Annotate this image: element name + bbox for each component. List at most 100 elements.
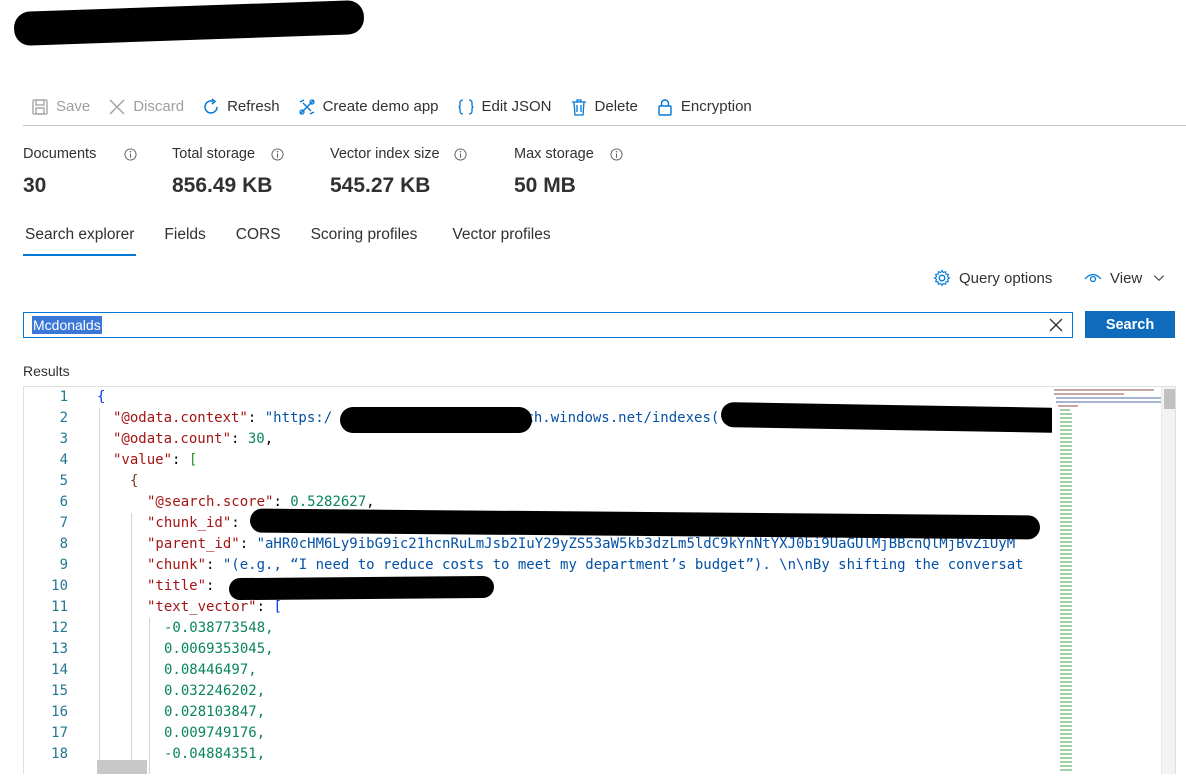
results-label: Results — [23, 363, 70, 379]
json-key: "@odata.context" — [113, 410, 248, 426]
info-icon[interactable] — [454, 147, 467, 161]
refresh-label: Refresh — [227, 98, 280, 115]
tab-scoring-profiles[interactable]: Scoring profiles — [309, 222, 420, 256]
stat-vector-index-size: Vector index size 545.27 KB — [330, 146, 467, 198]
stat-label: Total storage — [172, 146, 256, 162]
stat-documents: Documents 30 — [23, 146, 137, 198]
line-number: 6 — [59, 494, 68, 510]
tab-bar: Search explorer Fields CORS Scoring prof… — [23, 222, 579, 256]
vertical-scrollbar[interactable] — [1161, 387, 1175, 774]
demo-app-icon — [298, 98, 315, 115]
json-string: "aHR0cHM6Ly9ibG9ic21hcnRuLmJsb2IuY29yZS5… — [256, 536, 1016, 552]
json-string: "(e.g., “I need to reduce costs to meet … — [222, 557, 1024, 573]
json-number: 0.032246202, — [164, 683, 266, 699]
info-icon[interactable] — [271, 147, 284, 161]
stat-label: Max storage — [514, 146, 594, 162]
vertical-scrollbar-thumb[interactable] — [1164, 389, 1175, 409]
redacted-title-value — [228, 575, 495, 601]
view-dropdown[interactable]: View — [1084, 269, 1166, 287]
json-brace: { — [97, 389, 106, 405]
json-bracket: [ — [188, 452, 198, 468]
line-number: 15 — [51, 683, 68, 699]
search-box: Mcdonalds — [23, 312, 1073, 338]
line-number: 5 — [59, 473, 68, 489]
info-icon[interactable] — [124, 147, 137, 161]
json-key: "chunk" — [147, 557, 207, 573]
line-number: 10 — [51, 578, 68, 594]
braces-icon — [457, 98, 474, 115]
json-key: "value" — [113, 452, 173, 468]
lock-icon — [658, 98, 672, 116]
horizontal-scrollbar-thumb[interactable] — [97, 760, 147, 774]
line-number: 18 — [51, 746, 68, 762]
trash-icon — [571, 98, 586, 116]
line-number: 2 — [59, 410, 68, 426]
tab-fields[interactable]: Fields — [162, 222, 207, 256]
json-key: "@search.score" — [147, 494, 274, 510]
json-brace: { — [130, 473, 139, 489]
eye-icon — [1084, 273, 1102, 283]
json-string: "https:/ — [264, 410, 333, 426]
line-number: 4 — [59, 452, 68, 468]
delete-button[interactable]: Delete — [570, 92, 638, 122]
line-number: 3 — [59, 431, 68, 447]
refresh-button[interactable]: Refresh — [202, 92, 280, 122]
line-number: 16 — [51, 704, 68, 720]
stat-value: 545.27 KB — [330, 174, 431, 197]
stat-max-storage: Max storage 50 MB — [514, 146, 623, 198]
line-number: 17 — [51, 725, 68, 741]
create-demo-app-button[interactable]: Create demo app — [298, 92, 439, 122]
create-demo-app-label: Create demo app — [322, 98, 439, 115]
stat-value: 50 MB — [514, 174, 576, 197]
stat-value: 30 — [23, 174, 47, 197]
save-button[interactable]: Save — [31, 92, 90, 122]
stat-total-storage: Total storage 856.49 KB — [172, 146, 284, 198]
tab-vector-profiles[interactable]: Vector profiles — [450, 222, 552, 256]
save-label: Save — [56, 98, 91, 115]
line-number: 13 — [51, 641, 68, 657]
gear-icon — [933, 269, 951, 287]
json-key: "text_vector" — [147, 599, 257, 615]
refresh-icon — [204, 97, 218, 114]
line-number: 12 — [51, 620, 68, 636]
line-number: 14 — [51, 662, 68, 678]
query-options-label: Query options — [959, 269, 1053, 287]
search-input[interactable]: Mcdonalds — [32, 316, 102, 334]
results-json-editor[interactable]: 1{ 2 "@odata.context": "https:/earch.wind… — [23, 386, 1176, 774]
json-key: "title" — [147, 578, 207, 594]
redacted-title — [13, 0, 365, 47]
json-number: 0.08446497, — [164, 662, 257, 678]
chevron-down-icon — [1154, 275, 1165, 282]
json-key: "@odata.count" — [113, 431, 232, 447]
redacted-url-host — [340, 407, 532, 433]
query-options-button[interactable]: Query options — [933, 269, 1052, 287]
close-icon — [109, 99, 125, 114]
stat-value: 856.49 KB — [172, 174, 273, 197]
stat-label: Documents — [23, 146, 97, 162]
tab-search-explorer[interactable]: Search explorer — [23, 222, 137, 256]
code-area[interactable]: 1{ 2 "@odata.context": "https:/earch.wind… — [24, 387, 1052, 774]
json-number: 0.028103847, — [164, 704, 266, 720]
json-number: 0.5282627 — [290, 494, 367, 510]
view-label: View — [1110, 269, 1143, 287]
minimap[interactable] — [1052, 387, 1162, 774]
line-number: 9 — [59, 557, 68, 573]
command-bar: Save Discard Refresh Create demo app Edi… — [23, 88, 1186, 126]
line-number: 1 — [59, 389, 68, 405]
discard-button[interactable]: Discard — [108, 92, 184, 122]
json-key: "chunk_id" — [147, 515, 232, 531]
encryption-label: Encryption — [680, 98, 752, 115]
tab-cors[interactable]: CORS — [234, 222, 283, 256]
json-string: earch.windows.net/indexes( — [500, 410, 720, 426]
search-button[interactable]: Search — [1085, 311, 1175, 338]
json-number: -0.04884351, — [164, 746, 266, 762]
json-key: "parent_id" — [147, 536, 240, 552]
encryption-button[interactable]: Encryption — [656, 92, 752, 122]
delete-label: Delete — [594, 98, 638, 115]
save-icon — [32, 98, 48, 115]
line-number: 11 — [51, 599, 68, 615]
info-icon[interactable] — [610, 147, 623, 161]
close-icon[interactable] — [1048, 317, 1064, 333]
json-number: 30 — [247, 431, 265, 447]
edit-json-button[interactable]: Edit JSON — [457, 92, 552, 122]
